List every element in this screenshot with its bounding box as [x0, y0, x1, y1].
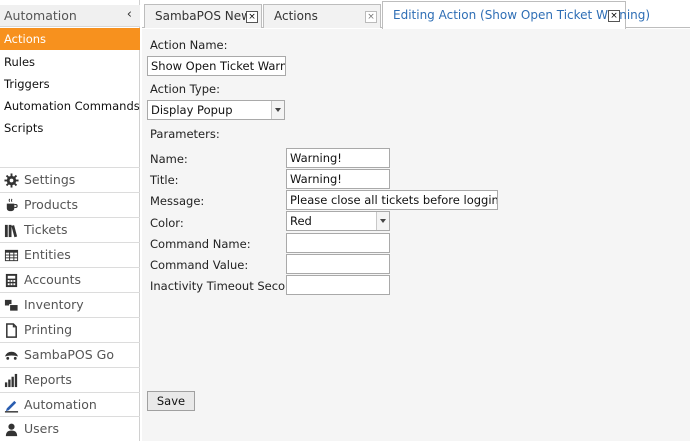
sidebar-item-tickets[interactable]: Tickets [0, 217, 140, 242]
coffee-cup-icon [6, 198, 18, 212]
sidebar-item-label: Users [24, 421, 60, 436]
document-icon [6, 323, 17, 338]
sidebar-item-label: Automation [24, 397, 97, 412]
pencil-icon [4, 400, 19, 413]
sidebar-item-label: Products [24, 197, 78, 212]
tab-editing-action[interactable]: Editing Action (Show Open Ticket Warning… [382, 1, 650, 29]
tab-label: SambaPOS News [155, 9, 258, 23]
param-command-value-input[interactable] [286, 254, 390, 274]
gear-icon [4, 173, 19, 188]
action-editor: Action Name: Show Open Ticket Warning Ac… [142, 29, 690, 441]
sidebar-item-accounts[interactable]: Accounts [0, 267, 140, 292]
sidebar-item-label: Printing [24, 322, 73, 337]
boxes-icon [4, 299, 19, 312]
action-type-label: Action Type: [150, 82, 220, 96]
sidebar-subitem-automation-commands[interactable]: Automation Commands [0, 95, 140, 117]
tab-actions[interactable]: Actions × [263, 4, 381, 28]
table-icon [4, 249, 19, 262]
sidebar-item-label: Tickets [24, 222, 68, 237]
sidebar-item-automation[interactable]: Automation [0, 392, 140, 417]
sidebar-item-products[interactable]: Products [0, 192, 140, 217]
sidebar-item-label: Reports [24, 372, 72, 387]
action-name-label: Action Name: [150, 38, 228, 52]
sidebar-subitem-rules[interactable]: Rules [0, 51, 140, 73]
parameters-label: Parameters: [150, 127, 220, 141]
calculator-icon [5, 273, 18, 288]
tab-sambapos-news[interactable]: SambaPOS News × [144, 4, 262, 28]
chevron-down-icon[interactable] [271, 101, 284, 119]
tab-label: Actions [274, 9, 318, 23]
param-command-value-label: Command Value: [150, 258, 249, 272]
sidebar-item-label: Accounts [24, 272, 81, 287]
param-command-name-input[interactable] [286, 233, 390, 253]
sidebar-item-users[interactable]: Users [0, 416, 140, 441]
sidebar-subitem-triggers[interactable]: Triggers [0, 73, 140, 95]
param-message-input[interactable]: Please close all tickets before logging … [286, 190, 498, 210]
sidebar-title: Automation [4, 8, 77, 23]
sidebar: Automation ‹ Actions Rules Triggers Auto… [0, 0, 140, 441]
go-icon [4, 351, 19, 360]
sidebar-item-label: Inventory [24, 297, 84, 312]
sidebar-item-label: Entities [24, 247, 71, 262]
sidebar-subitem-scripts[interactable]: Scripts [0, 117, 140, 139]
param-command-name-label: Command Name: [150, 237, 251, 251]
sidebar-item-label: Settings [24, 172, 76, 187]
param-message-label: Message: [150, 194, 205, 208]
param-color-value: Red [290, 214, 312, 228]
param-inactivity-timeout-input[interactable] [286, 275, 390, 295]
sidebar-subitem-actions[interactable]: Actions [0, 28, 140, 50]
close-icon[interactable]: × [365, 11, 377, 23]
param-color-select[interactable]: Red [286, 211, 390, 231]
sidebar-header: Automation ‹ [0, 5, 140, 27]
action-type-select[interactable]: Display Popup [147, 100, 285, 120]
sidebar-item-reports[interactable]: Reports [0, 367, 140, 392]
close-icon[interactable]: × [608, 10, 620, 22]
save-button[interactable]: Save [147, 391, 195, 411]
sidebar-item-settings[interactable]: Settings [0, 167, 140, 192]
param-color-label: Color: [150, 216, 184, 230]
action-type-value: Display Popup [151, 103, 233, 117]
action-name-input[interactable]: Show Open Ticket Warning [147, 56, 286, 76]
sidebar-item-entities[interactable]: Entities [0, 242, 140, 267]
param-title-label: Title: [150, 173, 179, 187]
close-icon[interactable]: × [246, 11, 258, 23]
tab-bar: SambaPOS News × Actions × Editing Action… [142, 0, 690, 29]
param-title-input[interactable]: Warning! [286, 169, 390, 189]
books-icon [4, 224, 18, 238]
sidebar-item-printing[interactable]: Printing [0, 317, 140, 342]
chevron-down-icon[interactable] [376, 212, 389, 230]
sidebar-item-sambapos-go[interactable]: SambaPOS Go [0, 342, 140, 367]
param-name-label: Name: [150, 152, 188, 166]
bar-chart-icon [4, 373, 18, 388]
sidebar-item-label: SambaPOS Go [24, 347, 114, 362]
param-name-input[interactable]: Warning! [286, 148, 390, 168]
sidebar-item-inventory[interactable]: Inventory [0, 292, 140, 317]
collapse-icon[interactable]: ‹ [127, 7, 132, 22]
user-icon [5, 423, 18, 437]
